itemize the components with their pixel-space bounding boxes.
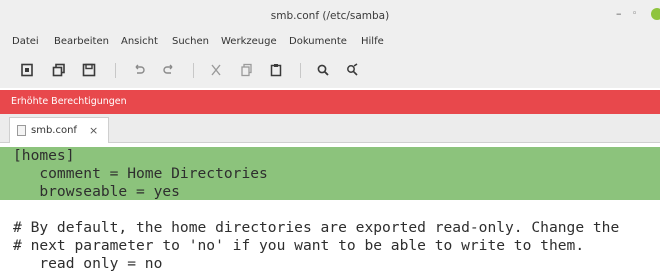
editor-line: read only = no [13, 255, 163, 272]
close-button[interactable] [651, 8, 660, 20]
save-icon[interactable] [80, 61, 98, 79]
editor-line: # next parameter to 'no' if you want to … [13, 237, 585, 254]
menu-bearbeiten[interactable]: Bearbeiten [54, 36, 109, 47]
new-document-icon[interactable] [18, 61, 36, 79]
elevated-privileges-label: Erhöhte Berechtigungen [11, 96, 127, 107]
toolbar [0, 52, 660, 88]
document-icon [17, 125, 26, 136]
paste-icon[interactable] [267, 61, 285, 79]
editor-line: # By default, the home directories are e… [13, 219, 620, 236]
menu-suchen[interactable]: Suchen [172, 36, 209, 47]
menu-dokumente[interactable]: Dokumente [289, 36, 347, 47]
search-icon[interactable] [314, 61, 332, 79]
title-bar: smb.conf (/etc/samba) – ◦ [0, 0, 660, 30]
editor-line: browseable = yes [0, 183, 660, 200]
redo-icon[interactable] [160, 61, 178, 79]
toolbar-separator [193, 63, 194, 78]
toolbar-separator [115, 63, 116, 78]
elevated-privileges-bar: Erhöhte Berechtigungen [0, 90, 660, 114]
tab-bar: smb.conf × [0, 114, 660, 143]
window-title: smb.conf (/etc/samba) [270, 10, 390, 22]
text-editor[interactable]: [homes] comment = Home Directories brows… [0, 143, 660, 274]
cut-icon[interactable] [207, 61, 225, 79]
menu-datei[interactable]: Datei [12, 36, 39, 47]
tab-label: smb.conf [31, 125, 77, 136]
editor-line: comment = Home Directories [0, 165, 660, 183]
undo-icon[interactable] [130, 61, 148, 79]
menu-werkzeuge[interactable]: Werkzeuge [221, 36, 277, 47]
maximize-button[interactable]: ◦ [632, 7, 637, 21]
editor-line: [homes] [0, 147, 660, 165]
replace-icon[interactable] [343, 61, 361, 79]
minimize-button[interactable]: – [616, 7, 622, 21]
toolbar-separator [300, 63, 301, 78]
menu-hilfe[interactable]: Hilfe [361, 36, 384, 47]
open-icon[interactable] [50, 61, 68, 79]
tab-close-icon[interactable]: × [89, 124, 98, 137]
tab-smb-conf[interactable]: smb.conf × [9, 117, 109, 143]
menu-ansicht[interactable]: Ansicht [121, 36, 158, 47]
copy-icon[interactable] [238, 61, 256, 79]
menu-bar: Datei Bearbeiten Ansicht Suchen Werkzeug… [0, 30, 660, 52]
